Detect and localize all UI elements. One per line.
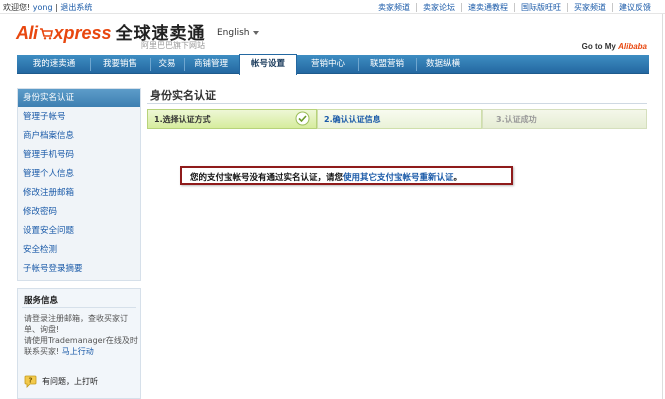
- service-text: 请登录注册邮箱，查收买家订单、询盘! 请使用Trademanager在线及时联系…: [24, 313, 138, 357]
- sidebar-item-security-question[interactable]: 设置安全问题: [18, 222, 140, 240]
- help-label: 有问题，上打听: [42, 377, 98, 386]
- tab-marketing-center[interactable]: 营销中心: [299, 55, 357, 74]
- service-line-2: 请使用Trademanager在线及时联系买家! 马上行动: [24, 335, 138, 357]
- sidebar-item-sub-accounts[interactable]: 管理子帐号: [18, 108, 140, 126]
- top-utility-bar: 欢迎您! yong | 退出系统 卖家频道 卖家论坛 速卖通教程 国际版旺旺 买家频道建…: [0, 0, 665, 14]
- language-label: English: [217, 28, 250, 38]
- step-1: 1.选择认证方式: [147, 109, 317, 129]
- reverify-link[interactable]: 使用其它支付宝帐号重新认证: [343, 173, 454, 183]
- link-feedback[interactable]: 建议反馈: [612, 3, 657, 12]
- service-line-1: 请登录注册邮箱，查收买家订单、询盘!: [24, 314, 128, 334]
- notice-end: 。: [453, 173, 463, 183]
- tab-sell[interactable]: 我要销售: [91, 55, 149, 74]
- top-links: 卖家频道 卖家论坛 速卖通教程 国际版旺旺 买家频道 建议反馈: [372, 2, 657, 13]
- cart-icon: [39, 28, 53, 40]
- main-nav: 我的速卖通 我要销售 交易 商铺管理 帐号设置 营销中心 联盟营销 数据纵横: [17, 54, 649, 75]
- divider: [22, 307, 136, 308]
- logout-link[interactable]: 退出系统: [60, 3, 92, 12]
- question-bubble-icon: ?: [24, 375, 37, 388]
- notice-text: 您的支付宝帐号没有通过实名认证，请您: [190, 173, 344, 183]
- sidebar-item-phone[interactable]: 管理手机号码: [18, 146, 140, 164]
- help-link[interactable]: ? 有问题，上打听: [24, 375, 98, 388]
- page-title: 身份实名认证: [150, 89, 216, 102]
- tab-affiliate-marketing[interactable]: 联盟营销: [359, 55, 415, 74]
- language-selector[interactable]: English: [217, 28, 259, 38]
- step-3: 3.认证成功: [482, 109, 647, 129]
- goto-prefix: Go to My: [581, 42, 616, 51]
- header: Ali xpress 全球速卖通 阿里巴巴旗下网站 English Go to My…: [0, 15, 665, 55]
- service-info-panel: 服务信息 请登录注册邮箱，查收买家订单、询盘! 请使用Trademanager在…: [17, 288, 141, 399]
- sidebar-item-merchant-profile[interactable]: 商户档案信息: [18, 127, 140, 145]
- progress-steps: 1.选择认证方式 2.确认认证信息 3.认证成功: [147, 109, 647, 129]
- chevron-down-icon: [252, 30, 259, 35]
- sidebar-item-security-check[interactable]: 安全检测: [18, 241, 140, 259]
- link-seller-forum[interactable]: 卖家论坛: [416, 3, 461, 12]
- check-icon: [295, 111, 310, 126]
- greeting-text: 欢迎您!: [3, 3, 31, 12]
- user-greeting: 欢迎您! yong | 退出系统: [3, 2, 92, 13]
- logo-suffix: xpress: [53, 23, 112, 43]
- svg-text:?: ?: [28, 377, 32, 385]
- goto-my-alibaba-link[interactable]: Go to My Alibaba: [582, 42, 647, 51]
- step-2: 2.确认认证信息: [317, 109, 482, 129]
- username-link[interactable]: yong: [33, 3, 53, 12]
- separator: |: [55, 3, 58, 12]
- sidebar-item-password[interactable]: 修改密码: [18, 203, 140, 221]
- sidebar: 身份实名认证 管理子帐号 商户档案信息 管理手机号码 管理个人信息 修改注册邮箱…: [17, 88, 141, 281]
- tab-data-analytics[interactable]: 数据纵横: [417, 55, 469, 74]
- link-tutorial[interactable]: 速卖通教程: [461, 3, 514, 12]
- logo-prefix: Ali: [16, 23, 38, 43]
- sidebar-item-personal-info[interactable]: 管理个人信息: [18, 165, 140, 183]
- sidebar-item-identity-verification[interactable]: 身份实名认证: [18, 89, 140, 107]
- service-title: 服务信息: [24, 296, 59, 306]
- link-buyer-channel[interactable]: 买家频道: [567, 3, 612, 12]
- divider: [147, 103, 647, 104]
- logo-subtitle: 阿里巴巴旗下网站: [141, 41, 205, 50]
- sidebar-item-login-summary[interactable]: 子帐号登录摘要: [18, 260, 140, 278]
- tab-my-aliexpress[interactable]: 我的速卖通: [19, 55, 89, 74]
- act-now-link[interactable]: 马上行动: [62, 347, 94, 356]
- link-wangwang[interactable]: 国际版旺旺: [514, 3, 567, 12]
- link-seller-channel[interactable]: 卖家频道: [372, 3, 416, 12]
- tab-store-management[interactable]: 商铺管理: [185, 55, 237, 74]
- verification-notice: 您的支付宝帐号没有通过实名认证，请您使用其它支付宝帐号重新认证。: [180, 166, 513, 185]
- notice-message: 您的支付宝帐号没有通过实名认证，请您使用其它支付宝帐号重新认证。: [190, 171, 462, 183]
- page-border: [662, 14, 663, 399]
- sidebar-item-email[interactable]: 修改注册邮箱: [18, 184, 140, 202]
- tab-account-settings[interactable]: 帐号设置: [239, 54, 297, 75]
- tab-trade[interactable]: 交易: [151, 55, 183, 74]
- alibaba-brand: Alibaba: [618, 42, 647, 51]
